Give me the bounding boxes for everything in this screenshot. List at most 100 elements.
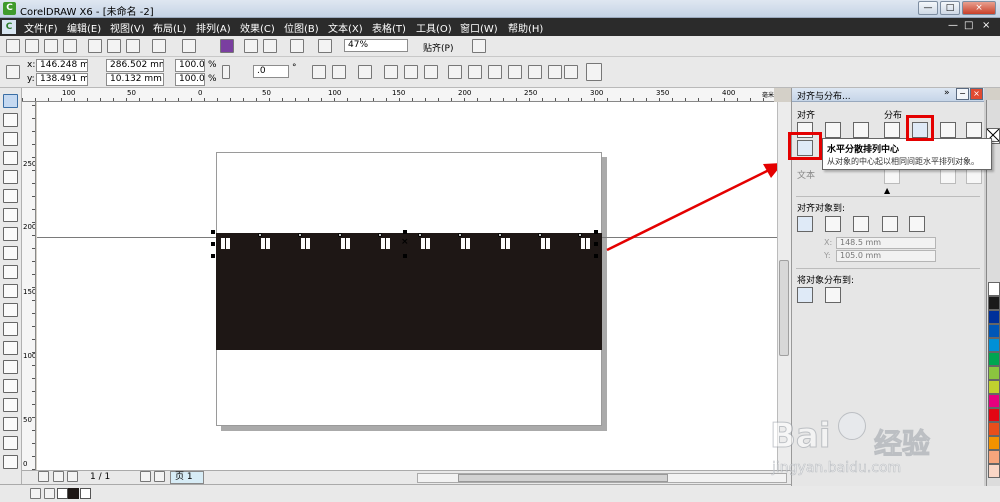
white-square-object[interactable]	[299, 236, 312, 251]
distribute-right-icon[interactable]	[966, 122, 982, 138]
menu-arrange[interactable]: 排列(A)	[196, 20, 231, 35]
trim-icon[interactable]	[468, 65, 482, 79]
collapse-triangle-icon[interactable]: ▲	[884, 186, 890, 195]
back-minus-front-icon[interactable]	[548, 65, 562, 79]
copy-icon[interactable]	[107, 39, 121, 53]
rotation-field[interactable]: .0	[253, 65, 289, 78]
blend-tool-icon[interactable]	[3, 360, 18, 374]
search-content-icon[interactable]	[220, 39, 234, 53]
eyedropper-tool-icon[interactable]	[3, 398, 18, 412]
lock-ratio-icon[interactable]	[222, 65, 230, 79]
white-square-object[interactable]	[419, 236, 432, 251]
last-page-icon[interactable]	[154, 471, 165, 482]
color-swatch[interactable]	[988, 408, 1000, 422]
horizontal-scrollbar[interactable]	[417, 473, 787, 483]
docker-close-button[interactable]: ×	[970, 88, 983, 100]
selection-handle[interactable]	[211, 230, 215, 234]
white-square-object[interactable]	[459, 236, 472, 251]
white-square-object[interactable]	[499, 236, 512, 251]
text-tool-icon[interactable]	[3, 284, 18, 298]
simplify-icon[interactable]	[508, 65, 522, 79]
menu-effects[interactable]: 效果(C)	[240, 20, 275, 35]
add-page-icon[interactable]	[38, 471, 49, 482]
rectangle-tool-icon[interactable]	[3, 208, 18, 222]
paste-icon[interactable]	[126, 39, 140, 53]
align-to-page-center-icon[interactable]	[853, 216, 869, 232]
text-format-icon[interactable]	[966, 168, 982, 184]
distribute-to-page-icon[interactable]	[825, 287, 841, 303]
color-swatch[interactable]	[988, 450, 1000, 464]
selection-handle[interactable]	[211, 254, 215, 258]
menu-bitmaps[interactable]: 位图(B)	[284, 20, 319, 35]
color-swatch[interactable]	[988, 436, 1000, 450]
color-swatch[interactable]	[988, 380, 1000, 394]
white-square-object[interactable]	[259, 236, 272, 251]
white-square-object[interactable]	[579, 236, 592, 251]
drawing-canvas[interactable]: ×	[37, 102, 777, 470]
height-field[interactable]: 10.132 mm	[106, 73, 164, 86]
close-window-button[interactable]: ×	[962, 1, 996, 15]
scale-y-field[interactable]: 100.0	[175, 73, 205, 86]
distribute-to-selection-icon[interactable]	[797, 287, 813, 303]
scale-x-field[interactable]: 100.0	[175, 59, 205, 72]
next-page-icon[interactable]	[140, 471, 151, 482]
object-origin-icon[interactable]	[6, 65, 20, 79]
interactive-fill-icon[interactable]	[3, 455, 18, 469]
basic-shapes-icon[interactable]	[3, 265, 18, 279]
connector-tool-icon[interactable]	[3, 341, 18, 355]
redo-icon[interactable]	[182, 39, 196, 53]
ungroup-all-icon[interactable]	[404, 65, 418, 79]
expand-docker-icon[interactable]: »	[944, 88, 950, 98]
new-icon[interactable]	[6, 39, 20, 53]
horizontal-ruler[interactable]: 100 50 0 50 100 150 200 250 300 350 400 …	[22, 88, 774, 102]
combine-icon[interactable]	[424, 65, 438, 79]
color-swatch[interactable]	[988, 394, 1000, 408]
crop-tool-icon[interactable]	[3, 132, 18, 146]
front-minus-back-icon[interactable]	[528, 65, 542, 79]
fill-tool-icon[interactable]	[3, 436, 18, 450]
text-baseline-icon[interactable]	[884, 168, 900, 184]
align-distribute-icon[interactable]	[586, 63, 602, 81]
minimize-button[interactable]: —	[918, 1, 938, 15]
align-center-h-icon[interactable]	[825, 122, 841, 138]
print-icon[interactable]	[63, 39, 77, 53]
snap-to-menu[interactable]: 贴齐(P)	[423, 41, 453, 54]
transparency-tool-icon[interactable]	[3, 379, 18, 393]
smart-fill-icon[interactable]	[3, 189, 18, 203]
options-icon[interactable]	[472, 39, 486, 53]
color-swatch[interactable]	[988, 324, 1000, 338]
menu-help[interactable]: 帮助(H)	[508, 20, 543, 35]
pick-tool-icon[interactable]	[3, 94, 18, 108]
align-to-active-objects-icon[interactable]	[797, 216, 813, 232]
open-icon[interactable]	[25, 39, 39, 53]
align-to-point-icon[interactable]	[909, 216, 925, 232]
text-bounding-icon[interactable]	[940, 168, 956, 184]
welcome-screen-icon[interactable]	[318, 39, 332, 53]
color-swatch[interactable]	[988, 422, 1000, 436]
color-swatch[interactable]	[988, 338, 1000, 352]
freehand-tool-icon[interactable]	[3, 170, 18, 184]
intersect-icon[interactable]	[488, 65, 502, 79]
white-square-object[interactable]	[219, 236, 232, 251]
boundary-icon[interactable]	[564, 65, 578, 79]
align-right-icon[interactable]	[853, 122, 869, 138]
menu-edit[interactable]: 编辑(E)	[67, 20, 101, 35]
color-swatch[interactable]	[988, 366, 1000, 380]
table-tool-icon[interactable]	[3, 303, 18, 317]
zoom-tool-icon[interactable]	[3, 151, 18, 165]
color-swatch[interactable]	[988, 352, 1000, 366]
undo-icon[interactable]	[152, 39, 166, 53]
distribute-spacing-h-icon[interactable]	[940, 122, 956, 138]
distribute-left-icon[interactable]	[884, 122, 900, 138]
zoom-select[interactable]: 47%	[344, 39, 408, 52]
selection-handle[interactable]	[211, 242, 215, 246]
align-y-field[interactable]: 105.0 mm	[836, 250, 936, 262]
no-fill-swatch[interactable]	[57, 488, 68, 499]
black-fill-swatch[interactable]	[68, 488, 79, 499]
align-to-grid-icon[interactable]	[882, 216, 898, 232]
y-position-field[interactable]: 138.491 mm	[36, 73, 88, 86]
menu-file[interactable]: 文件(F)	[24, 20, 58, 35]
import-icon[interactable]	[244, 39, 258, 53]
align-x-field[interactable]: 148.5 mm	[836, 237, 936, 249]
group-icon[interactable]	[358, 65, 372, 79]
